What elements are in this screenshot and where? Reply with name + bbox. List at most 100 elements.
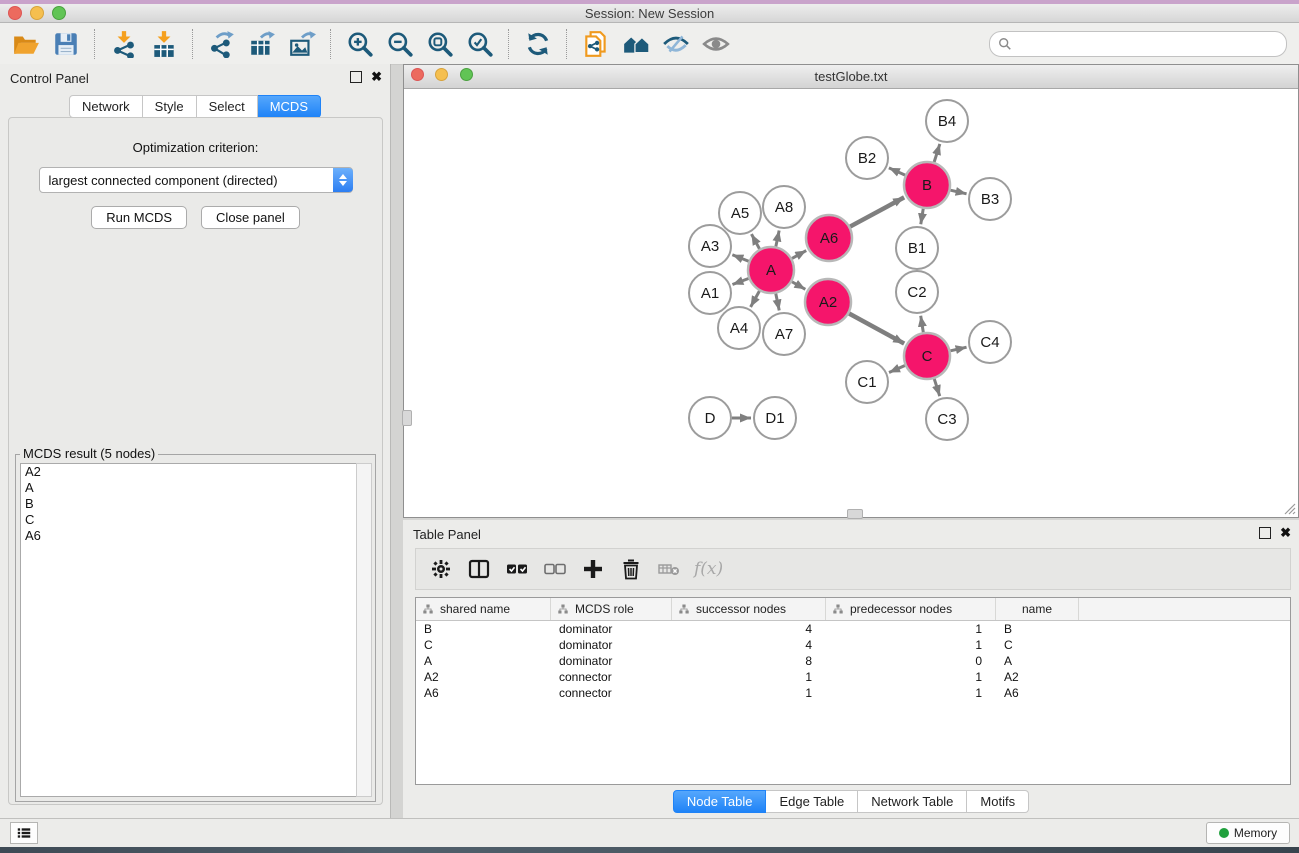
graph-node-A3[interactable]: A3	[689, 225, 731, 267]
graph-edge-A-A8[interactable]	[776, 231, 779, 247]
result-item[interactable]: A	[21, 480, 356, 496]
float-panel-icon[interactable]	[350, 71, 362, 83]
clone-network-button[interactable]	[576, 28, 616, 60]
graph-edge-A-A3[interactable]	[732, 255, 748, 261]
graph-edge-A-A1[interactable]	[732, 278, 748, 284]
table-row[interactable]: A6connector11A6	[416, 685, 1290, 701]
show-all-homes-button[interactable]	[616, 28, 656, 60]
graph-node-D1[interactable]: D1	[754, 397, 796, 439]
delete-column-button[interactable]	[614, 553, 648, 585]
tab-motifs[interactable]: Motifs	[967, 790, 1029, 813]
graph-edge-B-B2[interactable]	[889, 168, 905, 175]
refresh-button[interactable]	[518, 28, 558, 60]
graph-edge-A-A5[interactable]	[751, 234, 759, 249]
table-row[interactable]: Adominator80A	[416, 653, 1290, 669]
table-cell-mcds_role[interactable]: dominator	[551, 638, 672, 652]
show-hidden-button[interactable]	[696, 28, 736, 60]
add-column-button[interactable]	[576, 553, 610, 585]
table-cell-mcds_role[interactable]: dominator	[551, 654, 672, 668]
close-panel-button[interactable]: Close panel	[201, 206, 300, 229]
mcds-result-list[interactable]: A2ABCA6	[20, 463, 357, 797]
graph-edge-C-C1[interactable]	[889, 366, 905, 373]
graph-edge-C-C3[interactable]	[934, 379, 939, 396]
result-list-scrollbar[interactable]	[356, 463, 372, 797]
graph-edge-A2-C[interactable]	[849, 313, 904, 343]
tab-edge-table[interactable]: Edge Table	[766, 790, 858, 813]
export-network-button[interactable]	[202, 28, 242, 60]
close-traffic-light-icon[interactable]	[8, 6, 22, 20]
left-splitter-grip[interactable]	[402, 410, 412, 426]
graph-node-A6[interactable]: A6	[806, 215, 852, 261]
graph-node-C2[interactable]: C2	[896, 271, 938, 313]
graph-node-A8[interactable]: A8	[763, 186, 805, 228]
open-file-button[interactable]	[6, 28, 46, 60]
result-item[interactable]: A6	[21, 528, 356, 544]
tab-mcds[interactable]: MCDS	[258, 95, 321, 118]
tab-node-table[interactable]: Node Table	[673, 790, 767, 813]
graph-node-B1[interactable]: B1	[896, 227, 938, 269]
run-mcds-button[interactable]: Run MCDS	[91, 206, 187, 229]
select-all-columns-button[interactable]	[500, 553, 534, 585]
network-canvas[interactable]: B4B2BB3A5A8A6A3B1AA1C2A2A4A7CC4C1C3DD1	[405, 89, 1297, 517]
graph-node-D[interactable]: D	[689, 397, 731, 439]
resize-grip-icon[interactable]	[1282, 501, 1296, 515]
table-cell-name[interactable]: A6	[996, 686, 1079, 700]
table-cell-shared_name[interactable]: A2	[416, 670, 551, 684]
column-header[interactable]: MCDS role	[551, 598, 672, 620]
table-cell-predecessor[interactable]: 1	[826, 622, 996, 636]
graph-node-A4[interactable]: A4	[718, 307, 760, 349]
graph-node-C1[interactable]: C1	[846, 361, 888, 403]
zoom-traffic-light-icon[interactable]	[52, 6, 66, 20]
graph-edge-A-A6[interactable]	[792, 251, 806, 259]
graph-node-A2[interactable]: A2	[805, 279, 851, 325]
minimize-traffic-light-icon[interactable]	[30, 6, 44, 20]
zoom-in-button[interactable]	[340, 28, 380, 60]
table-cell-successor[interactable]: 4	[672, 638, 826, 652]
close-panel-icon[interactable]: ✖	[371, 72, 382, 82]
table-row[interactable]: Cdominator41C	[416, 637, 1290, 653]
delete-table-button[interactable]	[652, 553, 686, 585]
column-header[interactable]: shared name	[416, 598, 551, 620]
column-header[interactable]: name	[996, 598, 1079, 620]
table-cell-shared_name[interactable]: A	[416, 654, 551, 668]
table-cell-name[interactable]: A2	[996, 670, 1079, 684]
graph-node-C3[interactable]: C3	[926, 398, 968, 440]
float-table-panel-icon[interactable]	[1259, 527, 1271, 539]
table-cell-shared_name[interactable]: A6	[416, 686, 551, 700]
save-session-button[interactable]	[46, 28, 86, 60]
table-cell-successor[interactable]: 4	[672, 622, 826, 636]
graph-edge-C-C2[interactable]	[921, 316, 924, 333]
tab-style[interactable]: Style	[143, 95, 197, 118]
tab-network[interactable]: Network	[69, 95, 143, 118]
table-cell-predecessor[interactable]: 1	[826, 638, 996, 652]
column-header[interactable]: predecessor nodes	[826, 598, 996, 620]
table-settings-button[interactable]	[424, 553, 458, 585]
table-row[interactable]: A2connector11A2	[416, 669, 1290, 685]
column-header[interactable]: successor nodes	[672, 598, 826, 620]
graph-node-C4[interactable]: C4	[969, 321, 1011, 363]
export-image-button[interactable]	[282, 28, 322, 60]
graph-edge-A-A7[interactable]	[776, 294, 779, 311]
result-item[interactable]: A2	[21, 464, 356, 480]
zoom-out-button[interactable]	[380, 28, 420, 60]
show-columns-button[interactable]	[462, 553, 496, 585]
function-builder-button[interactable]: f(x)	[694, 559, 723, 579]
hide-selected-button[interactable]	[656, 28, 696, 60]
graph-edge-A6-B[interactable]	[850, 197, 904, 226]
bottom-splitter-grip[interactable]	[847, 509, 863, 519]
tab-select[interactable]: Select	[197, 95, 258, 118]
node-table[interactable]: shared nameMCDS rolesuccessor nodesprede…	[415, 597, 1291, 785]
result-item[interactable]: B	[21, 496, 356, 512]
graph-node-A1[interactable]: A1	[689, 272, 731, 314]
close-table-panel-icon[interactable]: ✖	[1280, 528, 1291, 538]
graph-edge-A-A4[interactable]	[751, 291, 760, 307]
zoom-fit-button[interactable]	[420, 28, 460, 60]
table-cell-shared_name[interactable]: B	[416, 622, 551, 636]
graph-edge-A-A2[interactable]	[792, 282, 805, 290]
table-row[interactable]: Bdominator41B	[416, 621, 1290, 637]
graph-node-B[interactable]: B	[904, 162, 950, 208]
table-cell-name[interactable]: C	[996, 638, 1079, 652]
show-task-history-button[interactable]	[10, 822, 38, 844]
graph-edge-B-B4[interactable]	[934, 144, 940, 162]
criterion-select[interactable]: largest connected component (directed)	[39, 167, 353, 193]
